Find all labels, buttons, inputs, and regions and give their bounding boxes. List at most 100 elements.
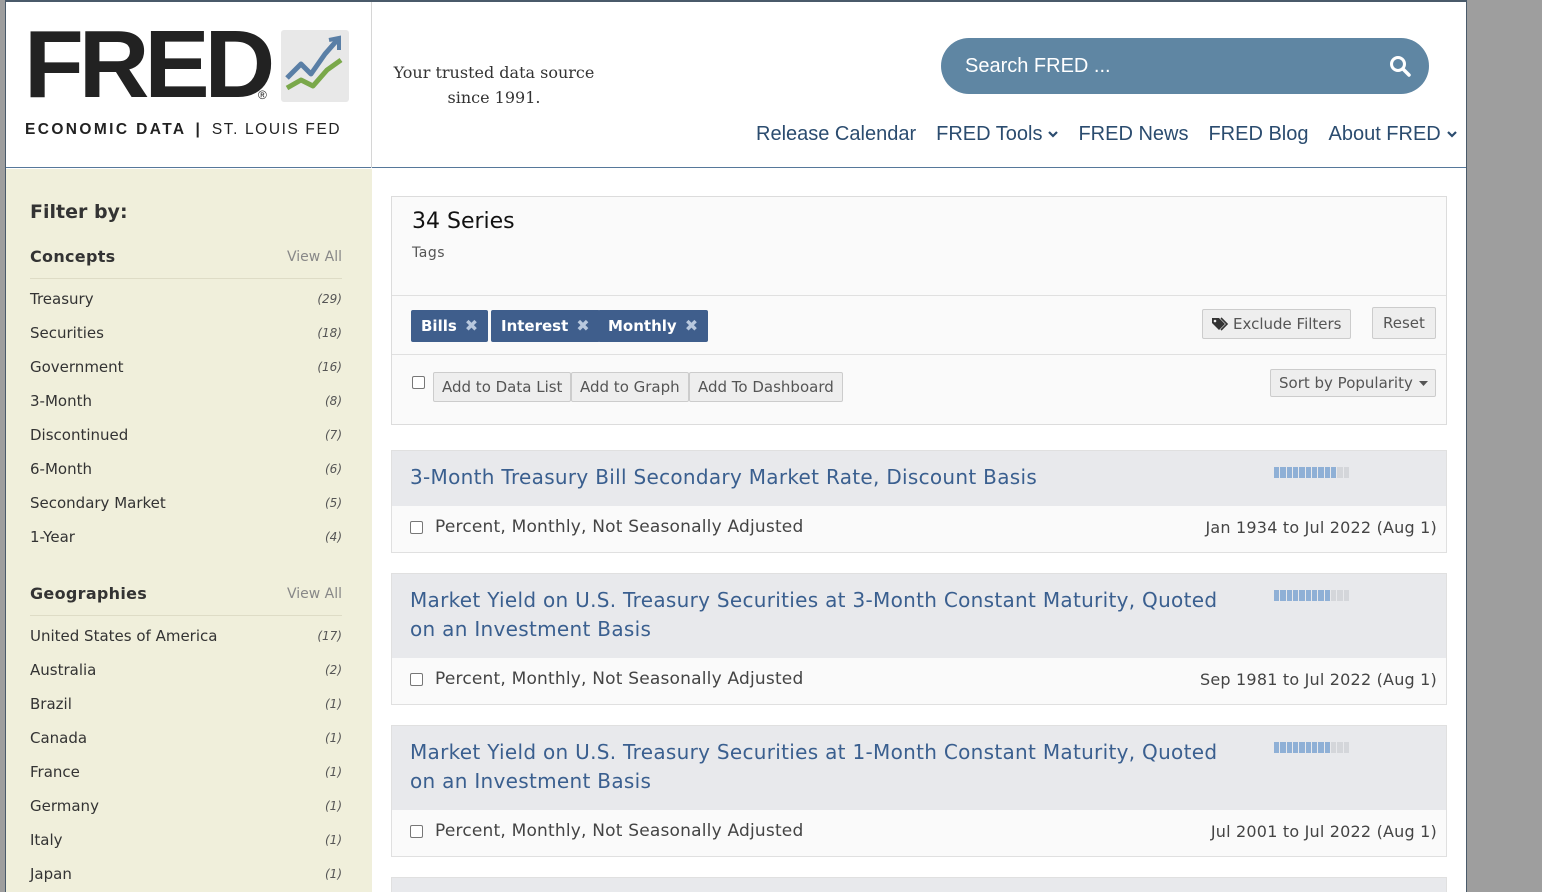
facet-count: (1) xyxy=(325,833,342,847)
tag-bills[interactable]: Bills ✖ xyxy=(411,310,489,342)
series-date-range: Jul 2001 to Jul 2022 (Aug 1) xyxy=(1210,822,1437,841)
popularity-segment xyxy=(1292,590,1299,601)
nav-label: About FRED xyxy=(1328,122,1441,145)
facet-item-3-month[interactable]: 3-Month (8) xyxy=(30,392,342,426)
nav-fred-blog[interactable]: FRED Blog xyxy=(1208,120,1308,148)
search-input[interactable] xyxy=(965,38,1365,94)
sort-dropdown[interactable]: Sort by Popularity xyxy=(1270,369,1436,397)
series-units: Percent, Monthly, Not Seasonally Adjuste… xyxy=(435,669,804,689)
nav-label: FRED Blog xyxy=(1208,122,1309,145)
facet-count: (2) xyxy=(325,663,342,677)
facet-concepts: Concepts View All Treasury (29) Securitie… xyxy=(30,247,342,562)
facet-item-germany[interactable]: Germany (1) xyxy=(30,797,342,831)
series-result-meta: Percent, Monthly, Not Seasonally Adjuste… xyxy=(392,658,1446,704)
nav-label: FRED Tools xyxy=(936,122,1043,145)
tag-label: Bills xyxy=(421,317,457,335)
logo-wordmark: FRED xyxy=(24,11,275,118)
facet-label: Secondary Market xyxy=(30,494,166,512)
facet-count: (1) xyxy=(325,765,342,779)
tag-interest[interactable]: Interest ✖ xyxy=(491,310,600,342)
exclude-filters-button[interactable]: Exclude Filters xyxy=(1202,309,1351,339)
nav-about-fred[interactable]: About FRED xyxy=(1328,120,1457,148)
series-title-link[interactable]: Market Yield on U.S. Treasury Securities… xyxy=(392,574,1446,644)
popularity-segment xyxy=(1337,742,1343,753)
series-result-header: Market Yield on U.S. Treasury Securities… xyxy=(392,574,1446,658)
facet-item-canada[interactable]: Canada (1) xyxy=(30,729,342,763)
remove-tag-icon[interactable]: ✖ xyxy=(576,316,589,335)
tag-monthly[interactable]: Monthly ✖ xyxy=(598,310,709,342)
nav-fred-news[interactable]: FRED News xyxy=(1078,120,1188,148)
facet-title: Concepts xyxy=(30,247,116,266)
facet-item-treasury[interactable]: Treasury (29) xyxy=(30,290,342,324)
facet-item-france[interactable]: France (1) xyxy=(30,763,342,797)
facet-label: 6-Month xyxy=(30,460,92,478)
facet-label: United States of America xyxy=(30,627,218,645)
add-to-graph-button[interactable]: Add to Graph xyxy=(571,372,689,402)
remove-tag-icon[interactable]: ✖ xyxy=(465,316,478,335)
logo-separator: | xyxy=(195,121,200,138)
series-title-link[interactable]: Market Yield on U.S. Treasury Securities… xyxy=(392,726,1446,796)
popularity-segment xyxy=(1280,467,1286,478)
facet-item-1-year[interactable]: 1-Year (4) xyxy=(30,528,342,562)
popularity-segment xyxy=(1299,590,1305,601)
reset-button[interactable]: Reset xyxy=(1372,307,1436,339)
facet-item-japan[interactable]: Japan (1) xyxy=(30,865,342,892)
nav-fred-tools[interactable]: FRED Tools xyxy=(936,120,1059,148)
results-control-panel: 34 Series Tags Bills ✖ Interest ✖ Monthly ✖… xyxy=(391,196,1447,425)
series-count: 34 Series xyxy=(412,209,515,234)
add-to-dashboard-button[interactable]: Add To Dashboard xyxy=(689,372,843,402)
facet-label: Securities xyxy=(30,324,104,342)
search-icon[interactable] xyxy=(1389,55,1411,77)
series-date-range: Sep 1981 to Jul 2022 (Aug 1) xyxy=(1200,670,1437,689)
series-checkbox[interactable] xyxy=(410,673,423,686)
facet-item-secondary-market[interactable]: Secondary Market (5) xyxy=(30,494,342,528)
registered-mark: ® xyxy=(258,88,267,102)
popularity-segment xyxy=(1286,590,1292,601)
sort-label: Sort by Popularity xyxy=(1279,374,1413,392)
facet-count: (6) xyxy=(325,462,342,476)
facet-geographies: Geographies View All United States of Am… xyxy=(30,584,342,892)
popularity-bar xyxy=(1274,467,1349,478)
popularity-segment xyxy=(1343,590,1349,601)
popularity-segment xyxy=(1330,590,1337,601)
facet-count: (17) xyxy=(317,629,342,643)
remove-tag-icon[interactable]: ✖ xyxy=(685,316,698,335)
caret-down-icon xyxy=(1418,381,1428,386)
series-units: Percent, Monthly, Not Seasonally Adjuste… xyxy=(435,517,804,537)
popularity-segment xyxy=(1299,467,1305,478)
active-filters-row: Bills ✖ Interest ✖ Monthly ✖ Exclude Filter… xyxy=(392,296,1446,355)
facet-item-discontinued[interactable]: Discontinued (7) xyxy=(30,426,342,460)
series-result: Market Yield on U.S. Treasury Securities… xyxy=(391,573,1447,705)
popularity-segment xyxy=(1305,742,1311,753)
results-header: 34 Series Tags xyxy=(392,197,1446,296)
logo-st-louis-fed: ST. LOUIS FED xyxy=(211,121,342,138)
series-checkbox[interactable] xyxy=(410,825,423,838)
facet-item-government[interactable]: Government (16) xyxy=(30,358,342,392)
facet-item-brazil[interactable]: Brazil (1) xyxy=(30,695,342,729)
popularity-segment xyxy=(1292,467,1299,478)
popularity-segment xyxy=(1343,467,1349,478)
facet-item-australia[interactable]: Australia (2) xyxy=(30,661,342,695)
main-nav: Release Calendar FRED Tools FRED News FR… xyxy=(756,120,1457,148)
facet-count: (4) xyxy=(325,530,342,544)
facet-item-6-month[interactable]: 6-Month (6) xyxy=(30,460,342,494)
search-box xyxy=(941,38,1429,94)
popularity-segment xyxy=(1311,590,1318,601)
nav-release-calendar[interactable]: Release Calendar xyxy=(756,120,916,148)
popularity-segment xyxy=(1274,742,1280,753)
nav-label: Release Calendar xyxy=(756,122,917,145)
logo-chart-icon xyxy=(281,30,349,102)
main-content: 34 Series Tags Bills ✖ Interest ✖ Monthly ✖… xyxy=(372,169,1466,892)
popularity-segment xyxy=(1299,742,1305,753)
facet-item-securities[interactable]: Securities (18) xyxy=(30,324,342,358)
popularity-segment xyxy=(1324,590,1330,601)
view-all-link[interactable]: View All xyxy=(287,586,342,602)
facet-item-usa[interactable]: United States of America (17) xyxy=(30,627,342,661)
fred-logo[interactable]: FRED ® ECONOMIC DATA | ST. LOUIS FED xyxy=(6,2,372,168)
add-to-data-list-button[interactable]: Add to Data List xyxy=(433,372,572,402)
view-all-link[interactable]: View All xyxy=(287,249,342,265)
popularity-segment xyxy=(1311,467,1318,478)
facet-item-italy[interactable]: Italy (1) xyxy=(30,831,342,865)
series-checkbox[interactable] xyxy=(410,521,423,534)
select-all-checkbox[interactable] xyxy=(412,376,425,389)
